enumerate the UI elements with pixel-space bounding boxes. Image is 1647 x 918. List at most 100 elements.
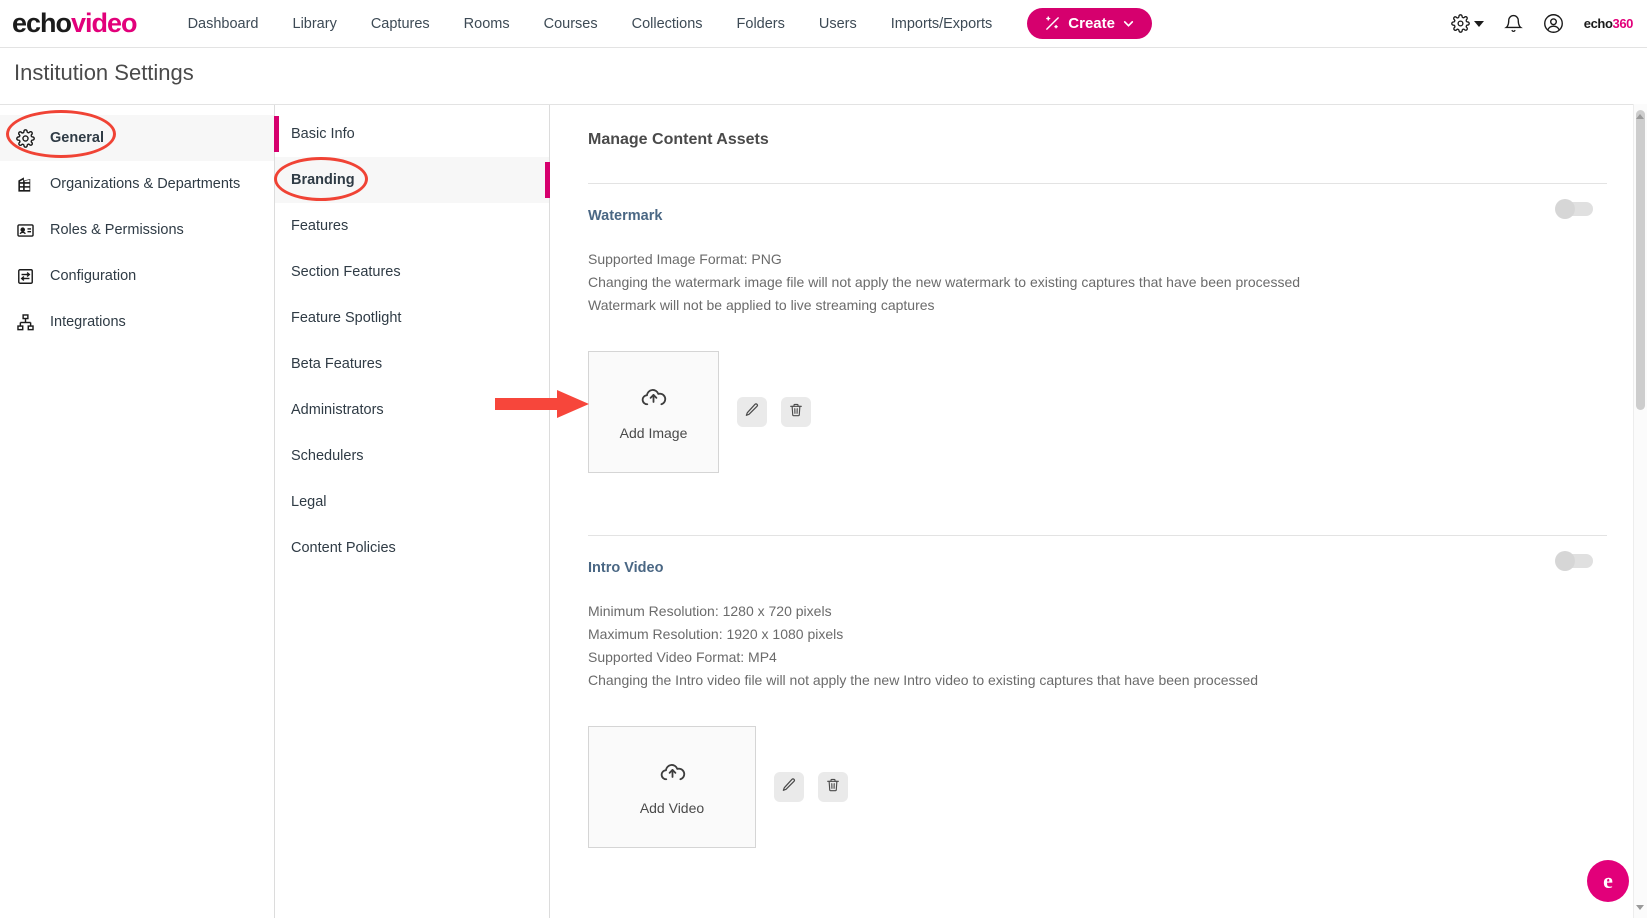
intro-video-line-min-res: Minimum Resolution: 1280 x 720 pixels [588, 603, 832, 619]
add-image-dropzone[interactable]: Add Image [588, 351, 719, 473]
help-chat-label: e [1603, 868, 1613, 893]
logo-text-video: video [71, 8, 138, 38]
nav-link-collections[interactable]: Collections [615, 16, 720, 32]
nav-link-users[interactable]: Users [802, 16, 874, 32]
watermark-line-change-note: Changing the watermark image file will n… [588, 274, 1301, 290]
intro-video-line-change-note: Changing the Intro video file will not a… [588, 672, 1259, 688]
echovideo-logo[interactable]: echovideo [12, 8, 138, 38]
add-image-label: Add Image [619, 424, 688, 441]
nav-link-captures[interactable]: Captures [354, 16, 447, 32]
intro-video-edit-button[interactable] [774, 772, 804, 802]
scroll-up-arrow-icon[interactable] [1636, 114, 1644, 119]
page-scrollbar-thumb[interactable] [1636, 110, 1645, 410]
subnav-item-label: Section Features [291, 264, 401, 280]
sidebar-item-label: Integrations [50, 314, 126, 330]
chevron-down-icon [1122, 17, 1135, 30]
sidebar-item-roles-permissions[interactable]: Roles & Permissions [0, 207, 274, 253]
sidebar-item-label: Configuration [50, 268, 137, 284]
watermark-line-format: Supported Image Format: PNG [588, 251, 782, 267]
account-avatar-icon[interactable] [1543, 13, 1564, 34]
intro-video-delete-button[interactable] [818, 772, 848, 802]
subnav-item-schedulers[interactable]: Schedulers [275, 433, 549, 479]
subnav-item-content-policies[interactable]: Content Policies [275, 525, 549, 571]
nav-link-dashboard[interactable]: Dashboard [171, 16, 276, 32]
magic-wand-icon [1044, 15, 1061, 32]
subnav-item-basic-info[interactable]: Basic Info [274, 111, 549, 157]
sidebar-item-general[interactable]: General [0, 115, 274, 161]
nav-link-rooms[interactable]: Rooms [447, 16, 527, 32]
intro-video-toggle[interactable] [1555, 551, 1593, 571]
top-nav-right-actions: echo360 [1450, 13, 1634, 34]
settings-sidebar: General Organizations & Departments Role… [0, 105, 275, 918]
page-scrollbar-track[interactable] [1633, 104, 1647, 918]
subnav-item-branding[interactable]: Branding [275, 157, 550, 203]
watermark-heading: Watermark [588, 208, 663, 224]
id-card-icon [14, 219, 36, 241]
notifications-bell-icon[interactable] [1503, 14, 1523, 33]
sidebar-item-integrations[interactable]: Integrations [0, 299, 274, 345]
subnav-item-features[interactable]: Features [275, 203, 549, 249]
trash-icon [825, 777, 841, 798]
create-button[interactable]: Create [1027, 8, 1152, 39]
subnav-item-label: Legal [291, 494, 327, 510]
nav-link-imports-exports[interactable]: Imports/Exports [874, 16, 1010, 32]
branding-settings-panel: Manage Content Assets Watermark Supporte… [550, 105, 1647, 918]
primary-nav-links: Dashboard Library Captures Rooms Courses… [171, 8, 1152, 39]
subnav-item-label: Beta Features [291, 356, 383, 372]
sidebar-item-label: Roles & Permissions [50, 222, 184, 238]
scroll-down-arrow-icon[interactable] [1636, 905, 1644, 910]
toggle-knob [1555, 551, 1575, 571]
watermark-toggle[interactable] [1555, 199, 1593, 219]
cloud-upload-icon [640, 384, 667, 416]
general-settings-subnav: Basic Info Branding Features Section Fea… [274, 105, 550, 918]
add-video-label: Add Video [639, 799, 705, 816]
pencil-icon [744, 402, 760, 423]
gear-icon [14, 127, 36, 149]
intro-video-line-format: Supported Video Format: MP4 [588, 649, 777, 665]
subnav-item-label: Administrators [291, 402, 384, 418]
add-video-dropzone[interactable]: Add Video [588, 726, 756, 848]
chevron-down-icon [1473, 20, 1484, 27]
subnav-item-beta-features[interactable]: Beta Features [275, 341, 549, 387]
subnav-item-legal[interactable]: Legal [275, 479, 549, 525]
intro-video-section: Intro Video Minimum Resolution: 1280 x 7… [588, 536, 1607, 848]
subnav-item-label: Features [291, 218, 349, 234]
nav-link-folders[interactable]: Folders [720, 16, 802, 32]
subnav-item-label: Feature Spotlight [291, 310, 402, 326]
watermark-upload-row: Add Image [588, 351, 1607, 473]
watermark-delete-button[interactable] [781, 397, 811, 427]
intro-video-upload-row: Add Video [588, 726, 1607, 848]
subnav-item-label: Content Policies [291, 540, 396, 556]
echo360-brand-logo[interactable]: echo360 [1584, 16, 1634, 31]
create-button-label: Create [1068, 15, 1115, 32]
toggle-knob [1555, 199, 1575, 219]
intro-video-line-max-res: Maximum Resolution: 1920 x 1080 pixels [588, 626, 844, 642]
gear-icon [1450, 14, 1470, 33]
sidebar-item-label: General [50, 130, 104, 146]
nav-link-library[interactable]: Library [276, 16, 354, 32]
logo-text-echo: echo [12, 8, 72, 38]
echo360-text-360: 360 [1612, 16, 1634, 31]
subnav-item-label: Basic Info [291, 126, 355, 142]
help-chat-button[interactable]: e [1587, 860, 1629, 902]
sitemap-icon [14, 311, 36, 333]
subnav-item-feature-spotlight[interactable]: Feature Spotlight [275, 295, 549, 341]
subnav-item-label: Schedulers [291, 448, 364, 464]
trash-icon [788, 402, 804, 423]
subnav-item-label: Branding [291, 172, 355, 188]
sliders-icon [14, 265, 36, 287]
subnav-item-section-features[interactable]: Section Features [275, 249, 549, 295]
settings-menu-button[interactable] [1450, 14, 1484, 33]
page-body: General Organizations & Departments Role… [0, 104, 1647, 918]
subnav-item-administrators[interactable]: Administrators [275, 387, 549, 433]
watermark-section: Watermark Supported Image Format: PNG Ch… [588, 184, 1607, 473]
sidebar-item-configuration[interactable]: Configuration [0, 253, 274, 299]
top-navigation-bar: echovideo Dashboard Library Captures Roo… [0, 0, 1647, 48]
sidebar-item-organizations-departments[interactable]: Organizations & Departments [0, 161, 274, 207]
nav-link-courses[interactable]: Courses [527, 16, 615, 32]
building-icon [14, 173, 36, 195]
cloud-upload-icon [659, 759, 686, 791]
page-title: Institution Settings [14, 60, 194, 85]
watermark-edit-button[interactable] [737, 397, 767, 427]
sidebar-item-label: Organizations & Departments [50, 176, 241, 192]
